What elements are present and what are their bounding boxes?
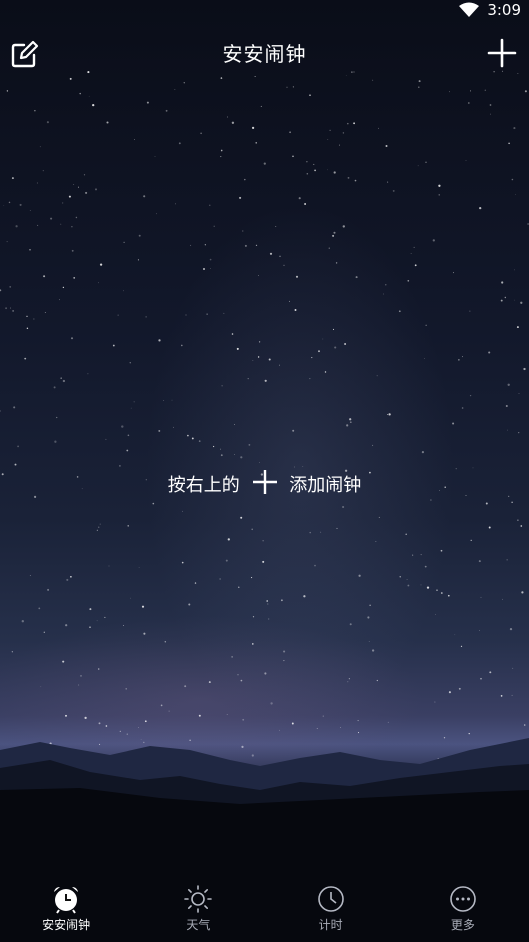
status-time: 3:09 — [487, 1, 521, 19]
tab-more-label: 更多 — [450, 918, 475, 932]
tab-timer[interactable]: 计时 — [281, 880, 381, 933]
add-alarm-button[interactable] — [487, 38, 517, 68]
tab-more[interactable]: 更多 — [413, 880, 513, 933]
hint-prefix: 按右上的 — [167, 475, 240, 496]
wifi-icon — [459, 2, 480, 17]
page-title: 安安闹钟 — [222, 42, 307, 66]
more-icon — [450, 886, 476, 912]
hint-suffix: 添加闹钟 — [289, 475, 362, 496]
tab-timer-label: 计时 — [318, 918, 343, 932]
app-header: 安安闹钟 — [0, 30, 529, 74]
tab-alarm-label: 安安闹钟 — [42, 918, 91, 932]
tab-weather[interactable]: 天气 — [148, 880, 248, 933]
plus-icon — [252, 470, 277, 494]
tab-alarm[interactable]: 安安闹钟 — [16, 880, 116, 933]
status-bar: 3:09 — [0, 0, 529, 20]
empty-state-hint: 按右上的 添加闹钟 — [0, 469, 529, 497]
bottom-tab-bar: 安安闹钟 天气 计时 更多 — [0, 880, 529, 942]
tab-weather-label: 天气 — [186, 918, 211, 932]
sun-icon — [184, 885, 213, 913]
clock-icon — [317, 886, 344, 912]
alarm-clock-icon — [54, 887, 79, 914]
